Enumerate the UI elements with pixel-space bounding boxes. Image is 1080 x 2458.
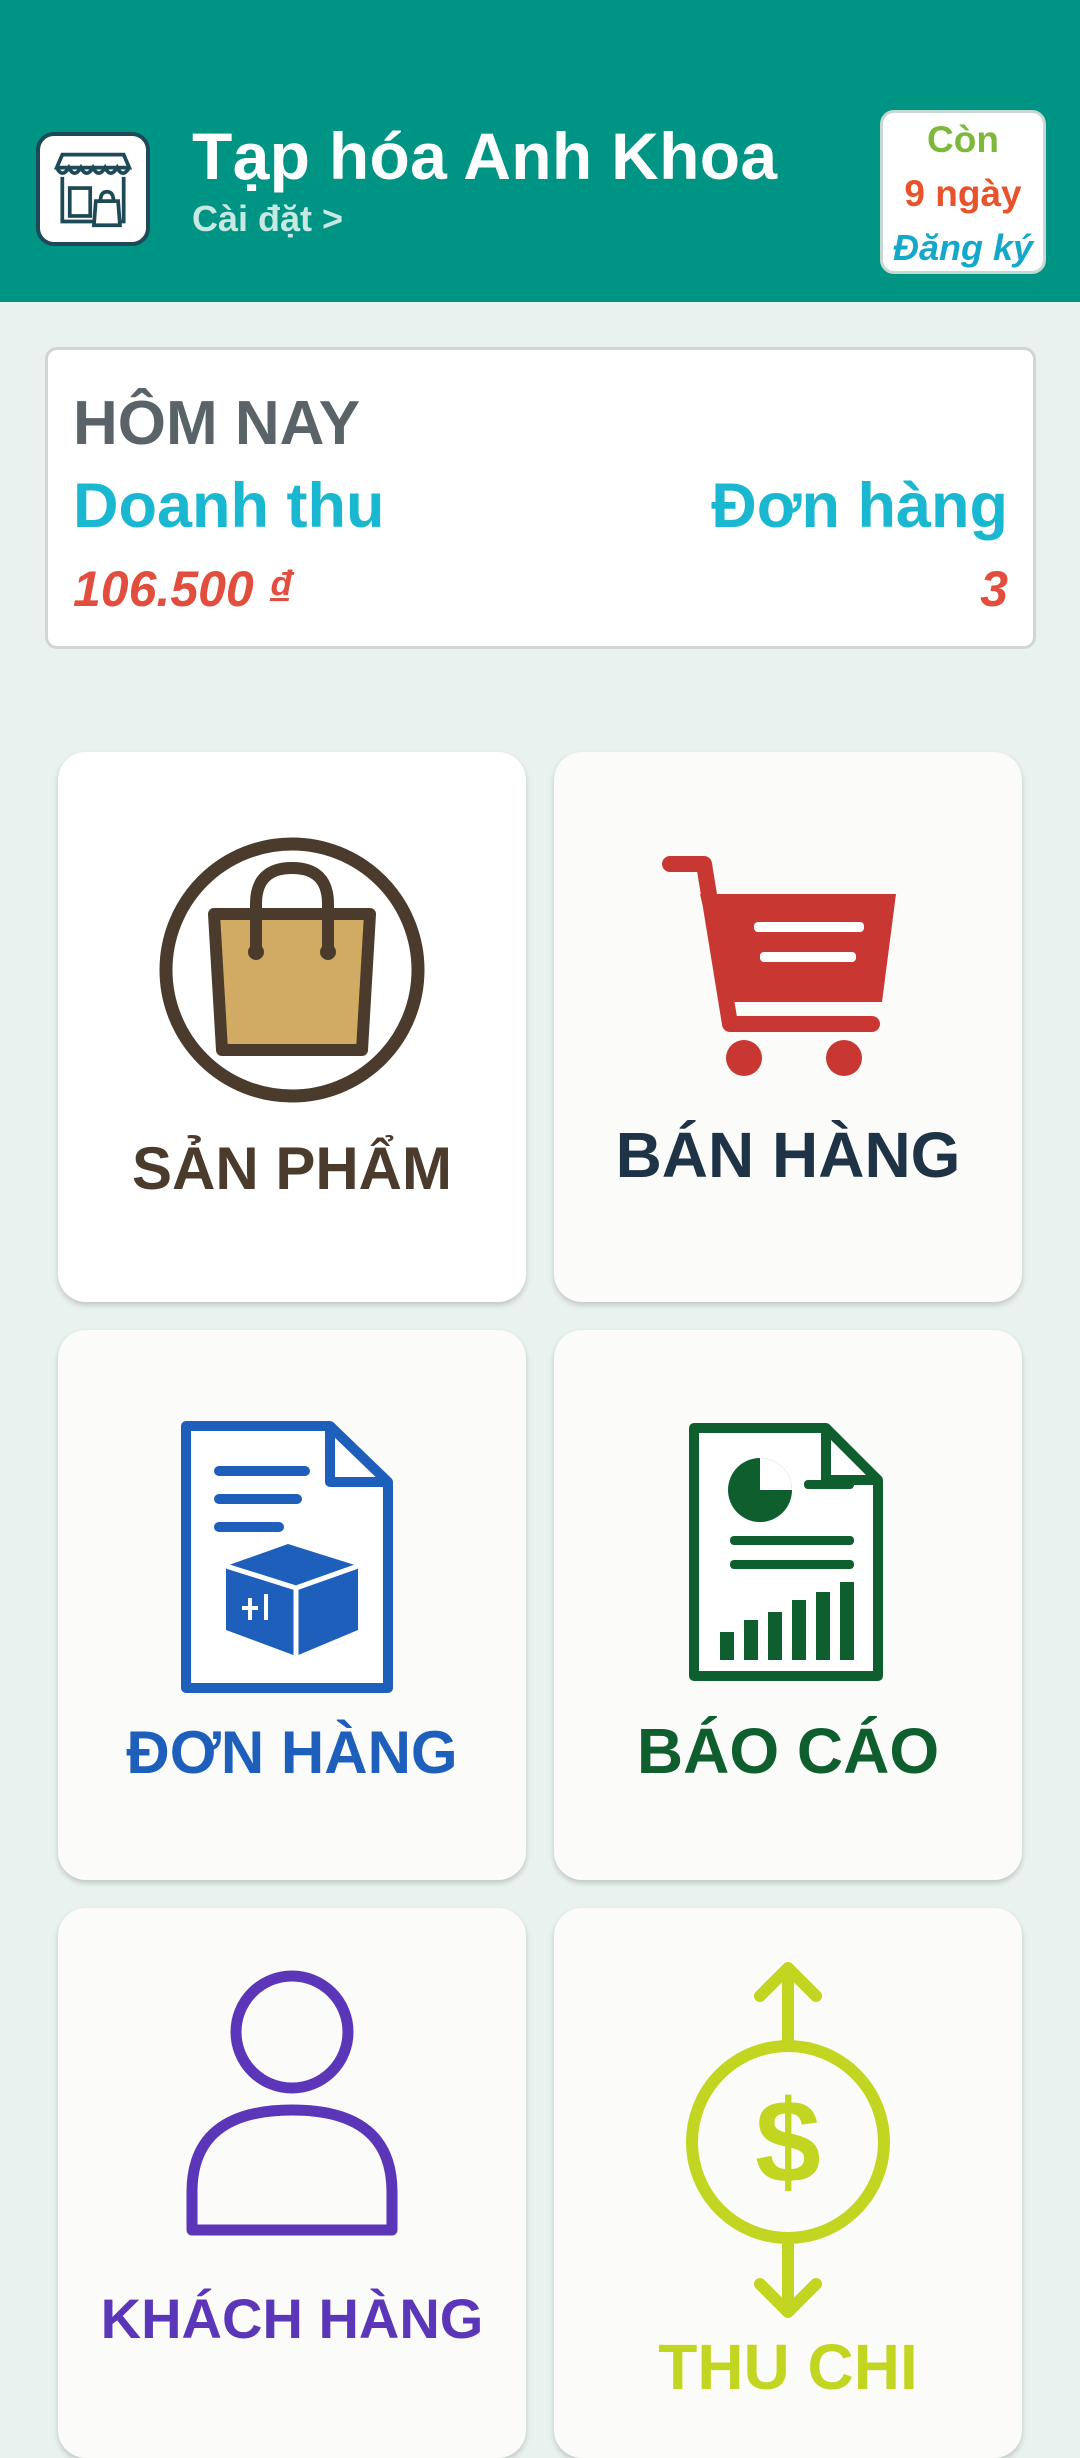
report-document-icon bbox=[689, 1423, 883, 1681]
tile-income-expense[interactable]: $ THU CHI bbox=[554, 1908, 1022, 2458]
today-title: HÔM NAY bbox=[73, 389, 361, 458]
tile-customers-label: KHÁCH HÀNG bbox=[100, 2287, 484, 2350]
trial-register-badge[interactable]: Còn 9 ngày Đăng ký bbox=[880, 110, 1046, 274]
tile-products[interactable]: SẢN PHẨM bbox=[58, 752, 526, 1302]
store-name[interactable]: Tạp hóa Anh Khoa bbox=[192, 118, 777, 194]
tile-customers[interactable]: KHÁCH HÀNG bbox=[58, 1908, 526, 2458]
register-link[interactable]: Đăng ký bbox=[883, 227, 1043, 269]
tile-reports[interactable]: BÁO CÁO bbox=[554, 1330, 1022, 1880]
tile-sales[interactable]: BÁN HÀNG bbox=[554, 752, 1022, 1302]
revenue-label: Doanh thu bbox=[73, 471, 385, 541]
customer-person-icon bbox=[186, 1970, 398, 2236]
shopping-bag-icon bbox=[159, 837, 425, 1103]
trial-remaining-label: Còn bbox=[927, 119, 999, 160]
trial-days-left: 9 ngày bbox=[904, 173, 1022, 214]
shopping-cart-icon bbox=[662, 856, 896, 1076]
tile-orders[interactable]: ĐƠN HÀNG bbox=[58, 1330, 526, 1880]
orders-count-value: 3 bbox=[980, 561, 1008, 617]
store-logo-icon[interactable] bbox=[36, 132, 150, 246]
order-document-icon bbox=[181, 1421, 393, 1693]
app-header: Tạp hóa Anh Khoa Cài đặt > Còn 9 ngày Đă… bbox=[0, 0, 1080, 302]
tile-income-expense-label: THU CHI bbox=[658, 2331, 918, 2403]
tile-orders-label: ĐƠN HÀNG bbox=[126, 1719, 458, 1786]
tile-sales-label: BÁN HÀNG bbox=[615, 1119, 961, 1191]
tile-products-label: SẢN PHẨM bbox=[131, 1135, 452, 1202]
orders-label: Đơn hàng bbox=[711, 471, 1008, 541]
settings-link[interactable]: Cài đặt > bbox=[192, 198, 343, 240]
today-summary-card: HÔM NAY Doanh thu Đơn hàng 106.500 ₫ 3 bbox=[45, 347, 1036, 649]
revenue-value: 106.500 ₫ bbox=[73, 561, 294, 617]
tile-reports-label: BÁO CÁO bbox=[636, 1715, 940, 1787]
svg-text:$: $ bbox=[755, 2076, 821, 2208]
